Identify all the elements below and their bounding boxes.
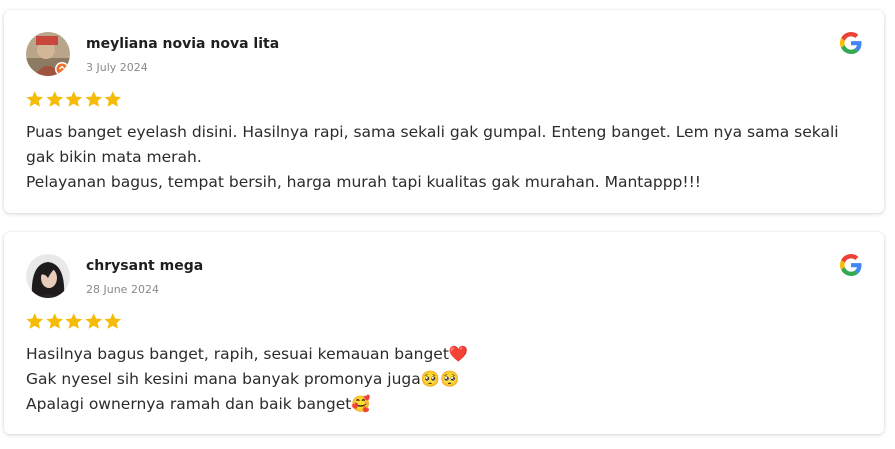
review-line: Puas banget eyelash disini. Hasilnya rap… bbox=[26, 123, 839, 166]
reviewer-name[interactable]: meyliana novia nova lita bbox=[86, 36, 279, 52]
star-rating bbox=[25, 90, 123, 109]
google-g-icon[interactable] bbox=[840, 254, 862, 276]
review-line: Hasilnya bagus banget, rapih, sesuai kem… bbox=[26, 345, 469, 363]
avatar[interactable] bbox=[26, 254, 70, 298]
google-g-icon[interactable] bbox=[840, 32, 862, 54]
star-icon bbox=[26, 91, 44, 107]
review-line: Gak nyesel sih kesini mana banyak promon… bbox=[26, 370, 460, 388]
reviewer-name[interactable]: chrysant mega bbox=[86, 258, 203, 274]
star-rating bbox=[25, 312, 123, 331]
star-icon bbox=[84, 91, 102, 107]
star-icon bbox=[45, 91, 63, 107]
star-icon bbox=[104, 91, 122, 107]
review-card: chrysant mega 28 June 2024 Hasilnya bagu… bbox=[4, 232, 884, 434]
review-line: Apalagi ownernya ramah dan baik banget🥰 bbox=[26, 395, 371, 413]
avatar[interactable] bbox=[26, 32, 70, 76]
review-card: meyliana novia nova lita 3 July 2024 Pua… bbox=[4, 10, 884, 213]
star-icon bbox=[84, 313, 102, 329]
star-icon bbox=[65, 91, 83, 107]
star-icon bbox=[45, 313, 63, 329]
star-icon bbox=[65, 313, 83, 329]
review-date: 28 June 2024 bbox=[86, 283, 159, 296]
star-icon bbox=[26, 313, 44, 329]
review-text: Puas banget eyelash disini. Hasilnya rap… bbox=[26, 120, 866, 195]
review-line: Pelayanan bagus, tempat bersih, harga mu… bbox=[26, 173, 702, 191]
reviews-list: meyliana novia nova lita 3 July 2024 Pua… bbox=[0, 0, 895, 449]
review-text: Hasilnya bagus banget, rapih, sesuai kem… bbox=[26, 342, 866, 417]
review-date: 3 July 2024 bbox=[86, 61, 148, 74]
star-icon bbox=[104, 313, 122, 329]
